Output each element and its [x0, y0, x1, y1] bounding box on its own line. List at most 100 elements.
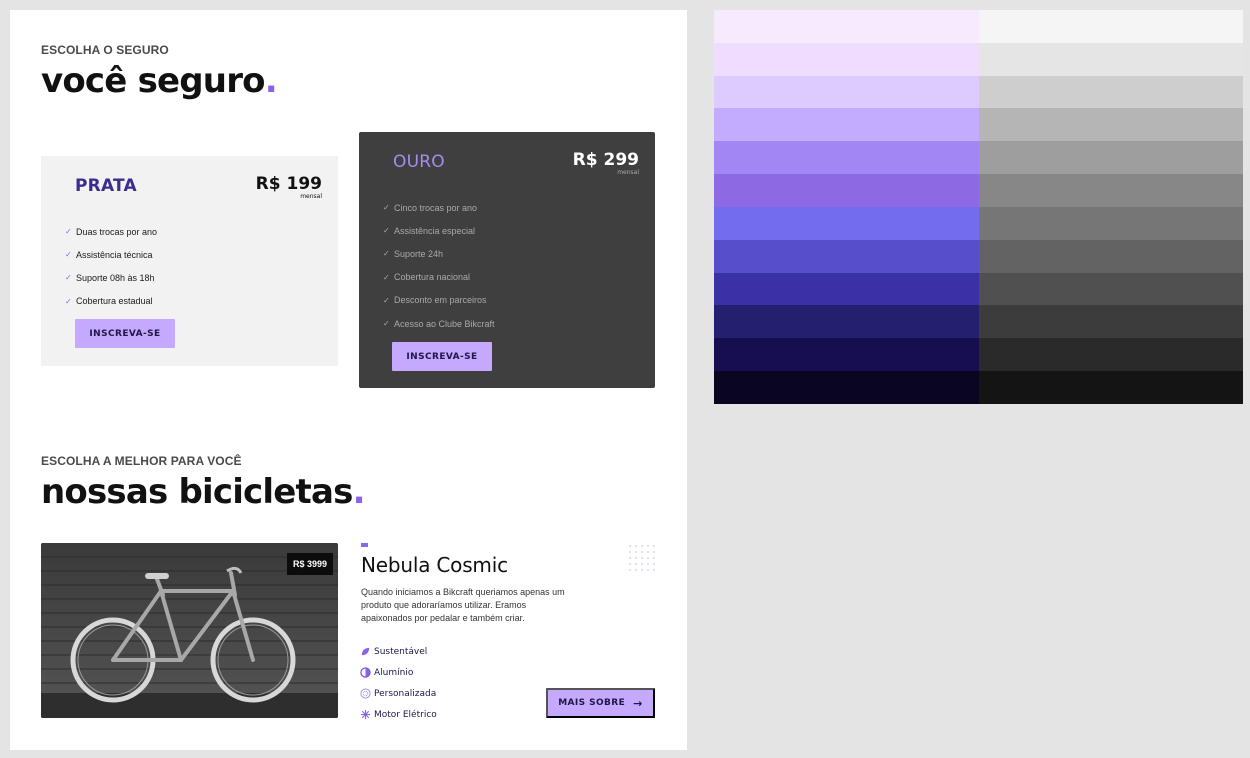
swatch-gray	[979, 174, 1243, 207]
swatch-purple	[714, 206, 979, 240]
feature-label: Cinco trocas por ano	[394, 202, 478, 213]
snowflake-icon	[360, 709, 371, 720]
title-dot: .	[264, 61, 278, 101]
bikes-eyebrow: ESCOLHA A MELHOR PARA VOCÊ	[41, 454, 242, 468]
plan-features: ✓ Duas trocas por ano ✓ Assistência técnic…	[65, 220, 157, 313]
plan-card-ouro: OURO R$ 299 mensal ✓ Cinco trocas por ano …	[359, 132, 655, 388]
swatch-gray	[979, 108, 1243, 142]
check-icon: ✓	[65, 296, 72, 306]
plan-price: R$ 299 mensal	[573, 152, 639, 176]
swatch-gray	[979, 338, 1243, 372]
swatch-gray	[979, 239, 1243, 273]
list-item: ✓ Cinco trocas por ano	[383, 196, 495, 219]
check-icon: ✓	[383, 249, 390, 259]
price-value: R$ 199	[255, 174, 322, 194]
arrow-right-icon: →	[633, 696, 643, 710]
bike-description: Quando iniciamos a Bikcraft queriamos ap…	[361, 587, 565, 623]
accent-bar	[361, 543, 368, 547]
content-panel: ESCOLHA O SEGURO você seguro. PRATA R$ 1…	[10, 10, 687, 750]
list-item: Personalizada	[360, 683, 437, 704]
price-period: mensal	[617, 169, 639, 176]
subscribe-button[interactable]: INSCREVA-SE	[75, 319, 175, 348]
feature-label: Acesso ao Clube Bikcraft	[394, 318, 495, 329]
plan-features: ✓ Cinco trocas por ano ✓ Assistência espec…	[383, 196, 495, 335]
feature-label: Cobertura estadual	[76, 296, 153, 307]
list-item: ✓ Desconto em parceiros	[383, 289, 495, 312]
check-icon: ✓	[65, 227, 72, 237]
plan-name: PRATA	[75, 176, 137, 196]
pattern-icon	[360, 688, 371, 699]
bikes-title: nossas bicicletas.	[41, 475, 365, 509]
subscribe-button[interactable]: INSCREVA-SE	[392, 342, 492, 371]
list-item: ✓ Acesso ao Clube Bikcraft	[383, 312, 495, 335]
check-icon: ✓	[65, 273, 72, 283]
swatch-purple	[714, 108, 979, 142]
check-icon: ✓	[383, 319, 390, 329]
feature-label: Sustentável	[374, 646, 428, 657]
swatch-gray	[979, 371, 1243, 404]
more-about-button[interactable]: MAIS SOBRE →	[546, 688, 655, 718]
bike-image[interactable]: R$ 3999	[41, 543, 338, 718]
list-item: ✓ Duas trocas por ano	[65, 220, 157, 243]
list-item: ✓ Suporte 24h	[383, 242, 495, 265]
half-circle-icon	[360, 667, 371, 678]
check-icon: ✓	[383, 226, 390, 236]
feature-label: Alumínio	[374, 667, 414, 678]
list-item: ✓ Assistência técnica	[65, 243, 157, 266]
swatch-purple	[714, 272, 979, 306]
check-icon: ✓	[65, 250, 72, 260]
feature-label: Assistência técnica	[76, 249, 153, 260]
swatch-gray	[979, 141, 1243, 175]
swatch-purple	[714, 239, 979, 273]
swatch-gray	[979, 75, 1243, 109]
check-icon: ✓	[383, 203, 390, 213]
price-period: mensal	[300, 193, 322, 200]
feature-label: Desconto em parceiros	[394, 295, 487, 306]
swatch-purple	[714, 371, 979, 404]
list-item: Alumínio	[360, 662, 437, 683]
feature-label: Cobertura nacional	[394, 272, 471, 283]
list-item: ✓ Cobertura estadual	[65, 290, 157, 313]
check-icon: ✓	[383, 272, 390, 282]
swatch-purple	[714, 338, 979, 372]
swatch-purple	[714, 305, 979, 339]
plan-price: R$ 199 mensal	[256, 176, 322, 200]
dots-decoration	[627, 543, 657, 573]
swatch-gray	[979, 272, 1243, 306]
swatch-purple	[714, 42, 979, 76]
insurance-title: você seguro.	[41, 61, 278, 101]
more-about-label: MAIS SOBRE	[558, 698, 626, 708]
check-icon: ✓	[383, 295, 390, 305]
list-item: Motor Elétrico	[360, 704, 437, 725]
swatch-gray	[979, 305, 1243, 339]
color-palette	[714, 10, 1243, 404]
feature-label: Motor Elétrico	[374, 709, 437, 720]
swatch-purple	[714, 141, 979, 175]
swatch-purple	[714, 75, 979, 109]
list-item: ✓ Cobertura nacional	[383, 266, 495, 289]
leaf-icon	[361, 647, 370, 656]
insurance-eyebrow: ESCOLHA O SEGURO	[41, 43, 169, 57]
list-item: Sustentável	[360, 641, 437, 662]
plan-name: OURO	[393, 152, 445, 172]
plan-card-prata: PRATA R$ 199 mensal ✓ Duas trocas por ano …	[41, 156, 338, 366]
swatch-gray	[979, 10, 1243, 43]
feature-label: Personalizada	[374, 688, 437, 699]
title-dot: .	[352, 472, 366, 512]
bike-name: Nebula Cosmic	[361, 553, 508, 577]
bikes-title-text: nossas bicicletas	[41, 472, 353, 512]
swatch-purple	[714, 174, 979, 207]
insurance-title-text: você seguro	[41, 61, 266, 101]
bike-features: Sustentável Alumínio Personalizada Motor…	[360, 641, 437, 725]
feature-label: Suporte 24h	[394, 248, 444, 259]
swatch-purple	[714, 10, 979, 43]
feature-label: Duas trocas por ano	[76, 226, 158, 237]
list-item: ✓ Assistência especial	[383, 219, 495, 242]
feature-label: Assistência especial	[394, 225, 476, 236]
price-tag: R$ 3999	[286, 553, 333, 575]
swatch-gray	[979, 42, 1243, 76]
swatch-gray	[979, 206, 1243, 240]
list-item: ✓ Suporte 08h às 18h	[65, 266, 157, 289]
price-value: R$ 299	[572, 150, 639, 170]
feature-label: Suporte 08h às 18h	[76, 272, 155, 283]
